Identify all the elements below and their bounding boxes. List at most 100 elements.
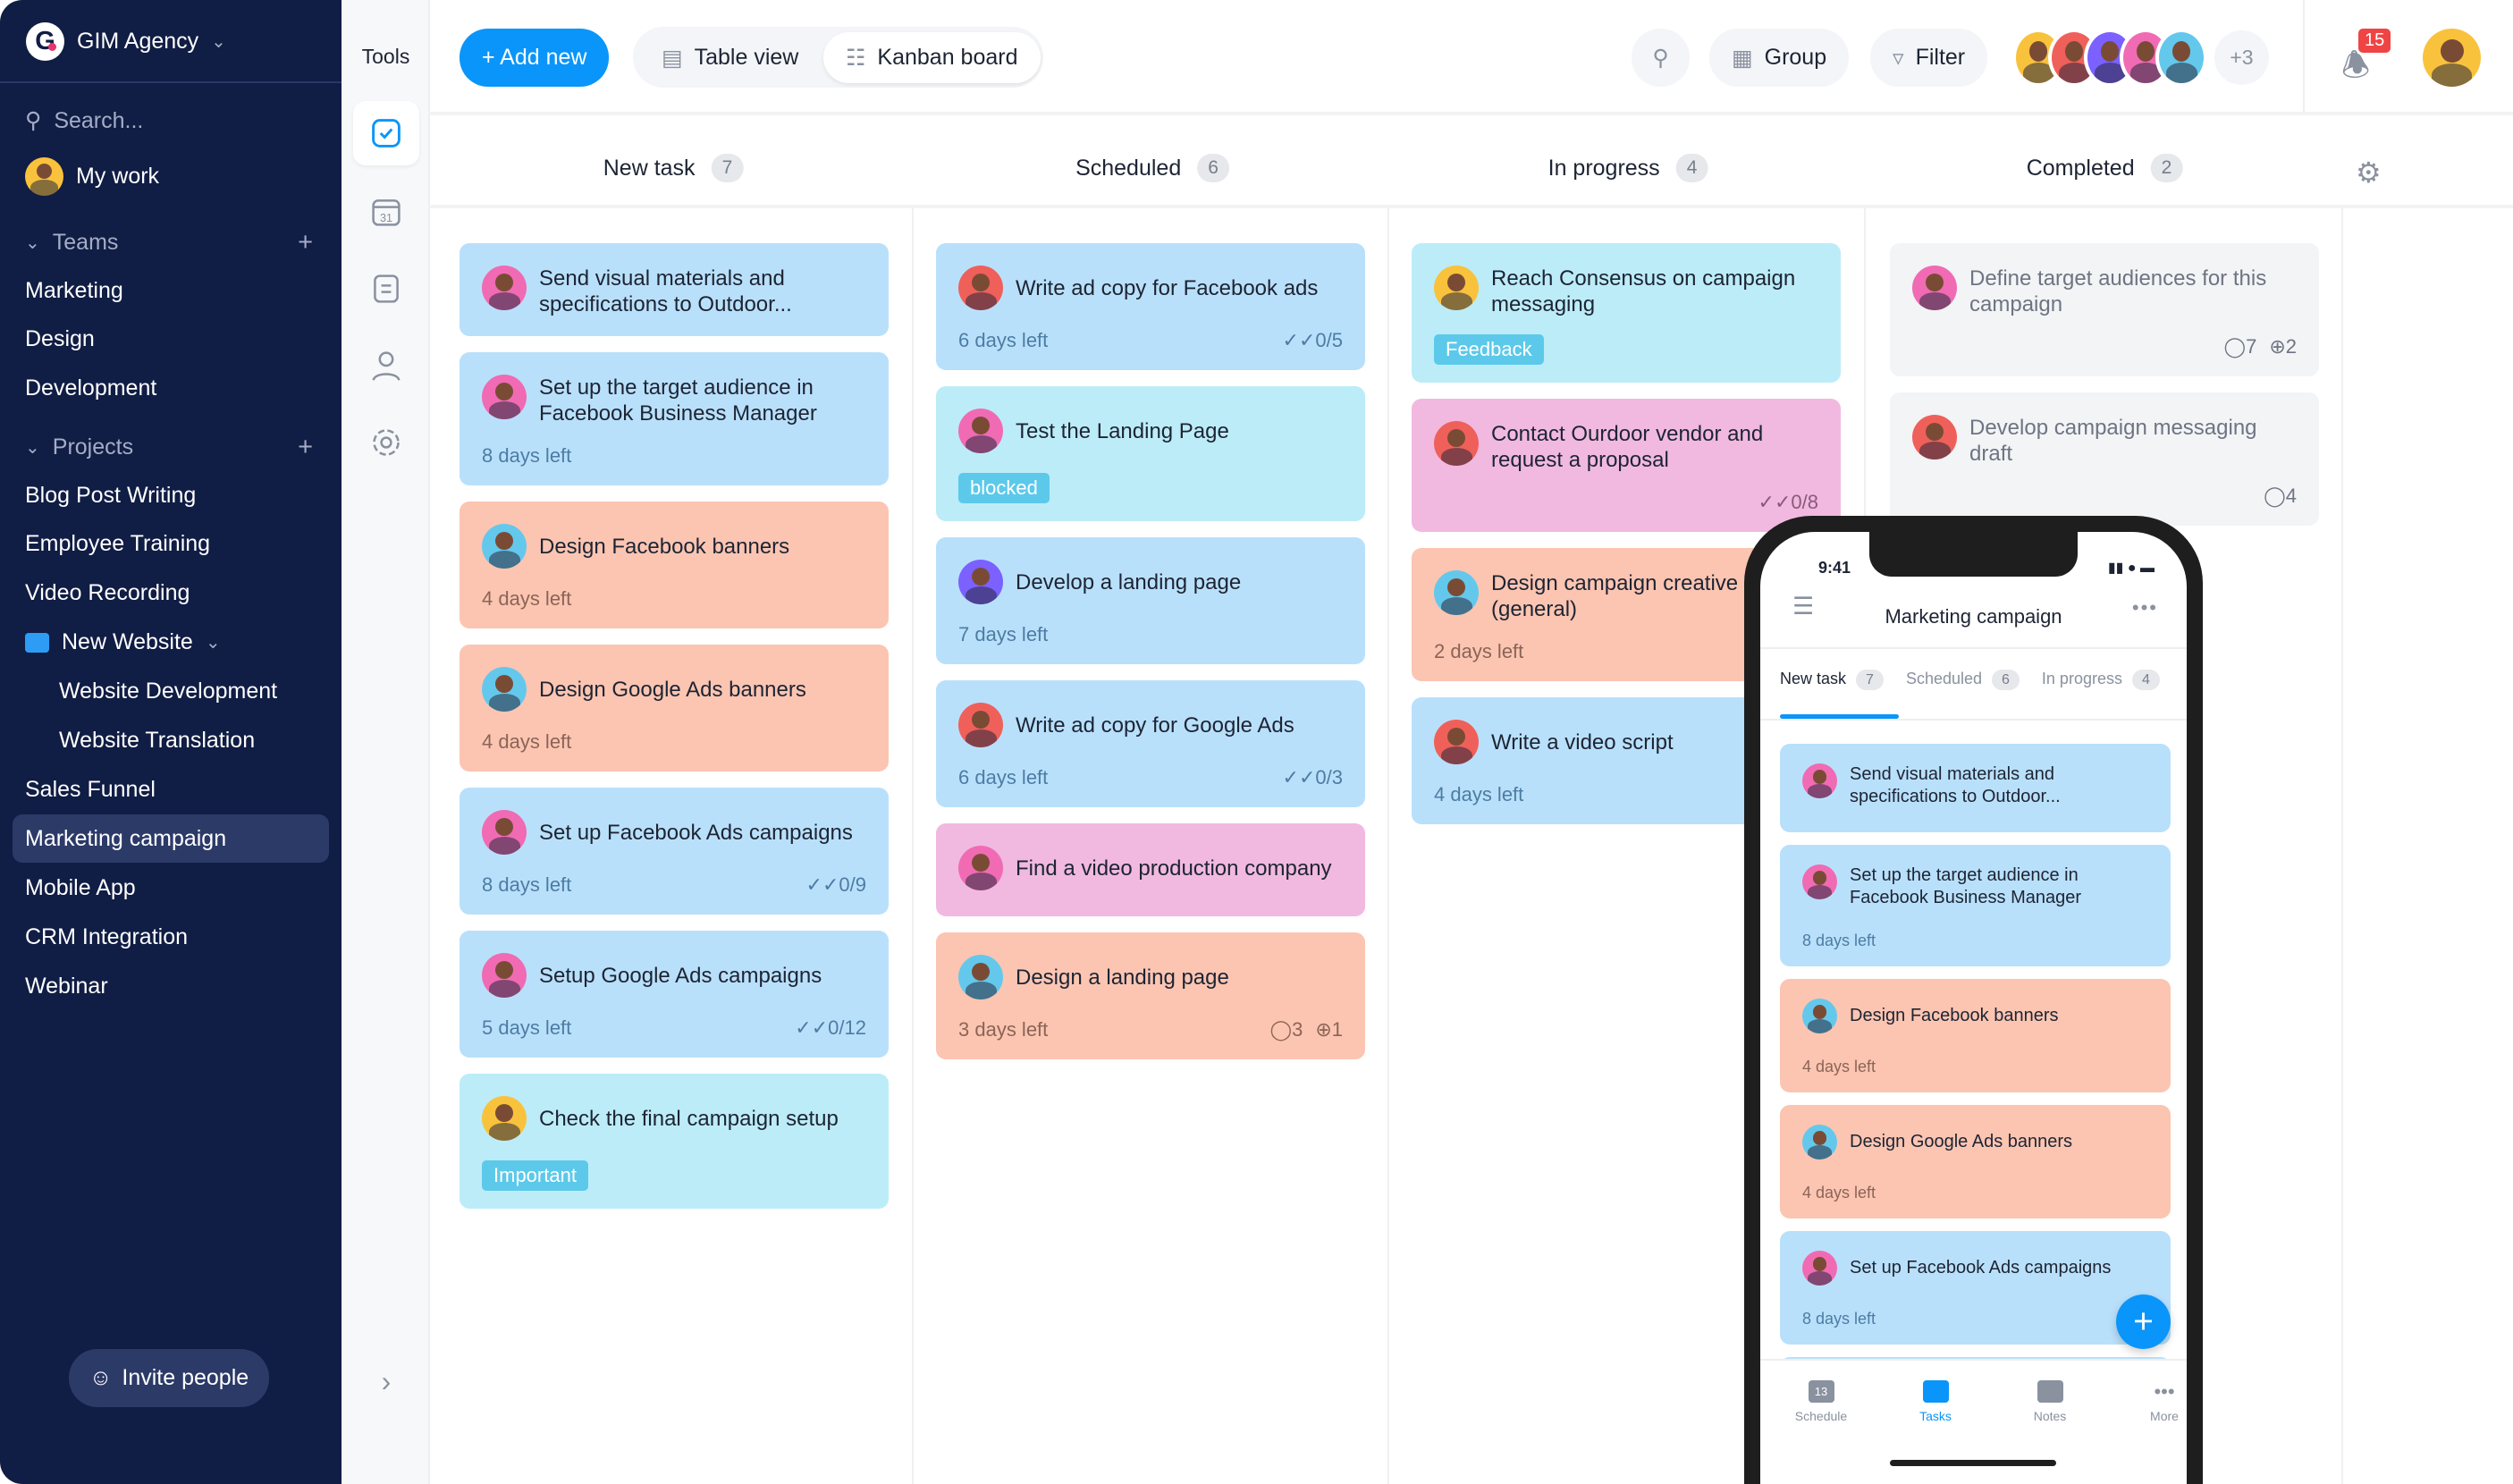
search-input[interactable]: ⚲ Search... <box>13 97 329 145</box>
sidebar-item-project[interactable]: Employee Training <box>13 520 329 569</box>
paperclip-icon: ⊕ <box>1315 1018 1332 1041</box>
task-title: Write a video script <box>1491 730 1674 755</box>
sidebar-item-team[interactable]: Design <box>13 316 329 364</box>
task-card[interactable]: Design Facebook banners 4 days left <box>460 502 889 628</box>
profile-avatar[interactable] <box>2423 29 2481 87</box>
comment-icon: ◯ <box>2264 485 2286 507</box>
teams-section[interactable]: ⌄ Teams + <box>13 218 329 266</box>
task-card[interactable]: Test the Landing Page blocked <box>936 386 1365 521</box>
sidebar-item-project[interactable]: Sales Funnel <box>13 765 329 814</box>
chevron-down-icon: ⌄ <box>211 32 226 52</box>
task-card[interactable]: Write ad copy for Facebook ads 6 days lef… <box>936 243 1365 370</box>
task-card[interactable]: Send visual materials and specifications… <box>1780 744 2171 832</box>
user-icon: ☺ <box>89 1365 113 1390</box>
column-header[interactable]: New task 7 <box>603 154 744 182</box>
search-button[interactable]: ⚲ <box>1632 29 1690 87</box>
divider <box>2341 208 2343 1484</box>
task-card[interactable]: Set up Facebook Ads campaigns 8 days left <box>1780 1231 2171 1345</box>
fab-add-button[interactable]: + <box>2116 1294 2171 1349</box>
task-card[interactable]: Reach Consensus on campaign messaging Fee… <box>1412 243 1841 383</box>
chevron-down-icon: ⌄ <box>25 437 40 458</box>
phone-title: Marketing campaign <box>1885 605 2062 628</box>
member-avatars[interactable] <box>2012 29 2207 87</box>
task-card[interactable]: Find a video production company <box>936 823 1365 916</box>
task-card[interactable]: Design Google Ads banners 4 days left <box>1780 1105 2171 1218</box>
sidebar-item-project[interactable]: Video Recording <box>13 569 329 618</box>
more-icon[interactable]: ••• <box>2132 596 2158 620</box>
divider <box>0 81 342 83</box>
group-button[interactable]: ▦ Group <box>1709 29 1850 87</box>
column-header[interactable]: Scheduled 6 <box>1075 154 1229 182</box>
task-card[interactable]: Set up the target audience in Facebook B… <box>1780 845 2171 966</box>
sidebar-item-my-work[interactable]: My work <box>13 152 329 200</box>
task-card[interactable]: Define target audiences for this campaig… <box>1890 243 2319 376</box>
kanban-board-tab[interactable]: ☷ Kanban board <box>823 32 1041 83</box>
tasks-icon[interactable] <box>353 101 419 165</box>
calendar-icon[interactable]: 31 <box>353 180 419 244</box>
column-header[interactable]: Completed 2 <box>2027 154 2183 182</box>
nav-schedule[interactable]: 13 Schedule <box>1773 1380 1869 1423</box>
phone-notch <box>1869 532 2078 577</box>
notes-icon[interactable] <box>353 257 419 321</box>
add-new-button[interactable]: + Add new <box>460 29 610 87</box>
task-title: Send visual materials and specifications… <box>1850 764 2061 806</box>
more-members-button[interactable]: +3 <box>2214 30 2269 85</box>
divider <box>2303 0 2305 115</box>
sidebar-item-team[interactable]: Marketing <box>13 266 329 315</box>
nav-notes[interactable]: Notes <box>2002 1380 2098 1423</box>
task-card[interactable]: Contact Ourdoor vendor and request a pro… <box>1412 399 1841 532</box>
app: G GIM Agency ⌄ ⚲ Search... My work ⌄ Tea… <box>0 0 2513 1484</box>
projects-section[interactable]: ⌄ Projects + <box>13 423 329 471</box>
task-card[interactable]: Design Facebook banners 4 days left <box>1780 979 2171 1092</box>
column-header[interactable]: In progress 4 <box>1548 154 1708 182</box>
phone-tab[interactable]: New task 7 <box>1780 670 1884 690</box>
add-team-icon[interactable]: + <box>298 228 313 257</box>
divider <box>429 205 2513 208</box>
gear-icon[interactable] <box>353 410 419 475</box>
workspace-name: GIM Agency <box>77 29 199 54</box>
phone-tab[interactable]: Scheduled 6 <box>1906 670 2020 690</box>
phone-tab[interactable]: In progress 4 <box>2042 670 2160 690</box>
task-title: Define target audiences for this campaig… <box>1969 266 2267 316</box>
board-settings-icon[interactable]: ⚙ <box>2356 156 2382 190</box>
sidebar-folder[interactable]: New Website ⌄ <box>13 619 329 667</box>
task-card[interactable]: Send visual materials and specifications… <box>460 243 889 336</box>
expand-chevron-icon[interactable]: › <box>353 1349 419 1413</box>
status-icons: ▮▮ ● ▬ <box>2107 561 2155 576</box>
calendar-icon: 13 <box>1808 1380 1834 1403</box>
sidebar-item-project[interactable]: Website Development <box>13 668 329 716</box>
add-project-icon[interactable]: + <box>298 433 313 462</box>
task-card[interactable]: Design a landing page 3 days left ◯3 ⊕1 <box>936 932 1365 1059</box>
user-icon[interactable] <box>353 333 419 398</box>
filter-button[interactable]: ▿ Filter <box>1870 29 1988 87</box>
task-card[interactable]: Set up the target audience in Facebook B… <box>460 352 889 485</box>
invite-people-button[interactable]: ☺ Invite people <box>69 1349 269 1407</box>
avatar <box>25 156 63 196</box>
task-title: Develop campaign messaging draft <box>1969 416 2257 466</box>
sidebar: G GIM Agency ⌄ ⚲ Search... My work ⌄ Tea… <box>0 0 342 1484</box>
table-view-tab[interactable]: ▤ Table view <box>639 29 821 87</box>
sidebar-item-project[interactable]: Mobile App <box>13 864 329 912</box>
svg-text:31: 31 <box>380 212 392 224</box>
sidebar-item-project[interactable]: CRM Integration <box>13 913 329 961</box>
sidebar-item-team[interactable]: Development <box>13 365 329 413</box>
nav-tasks[interactable]: Tasks <box>1887 1380 1984 1423</box>
task-card[interactable]: Design Google Ads banners 4 days left <box>460 645 889 772</box>
task-title: Setup Google Ads campaigns <box>539 964 822 988</box>
divider <box>1387 208 1389 1484</box>
task-card[interactable]: Check the final campaign setup Important <box>460 1074 889 1209</box>
workspace-switcher[interactable]: G GIM Agency ⌄ <box>26 22 226 61</box>
task-title: Send visual materials and specifications… <box>539 266 792 316</box>
task-card[interactable]: Write ad copy for Google Ads 6 days left ✓… <box>936 680 1365 807</box>
notes-icon <box>2037 1380 2063 1403</box>
nav-more[interactable]: ••• More <box>2116 1380 2187 1423</box>
task-card[interactable]: Setup Google Ads campaigns 5 days left ✓✓0… <box>460 931 889 1058</box>
sidebar-item-project[interactable]: Blog Post Writing <box>13 471 329 519</box>
sidebar-item-project[interactable]: Webinar <box>13 962 329 1010</box>
sidebar-item-project[interactable]: Website Translation <box>13 717 329 765</box>
task-card[interactable]: Set up Facebook Ads campaigns 8 days left… <box>460 788 889 915</box>
task-card[interactable]: Develop a landing page 7 days left <box>936 537 1365 664</box>
sidebar-item-project[interactable]: Marketing campaign <box>13 814 329 864</box>
task-card[interactable]: Develop campaign messaging draft ◯4 <box>1890 392 2319 526</box>
checklist-count: ✓✓0/3 <box>1282 766 1343 788</box>
